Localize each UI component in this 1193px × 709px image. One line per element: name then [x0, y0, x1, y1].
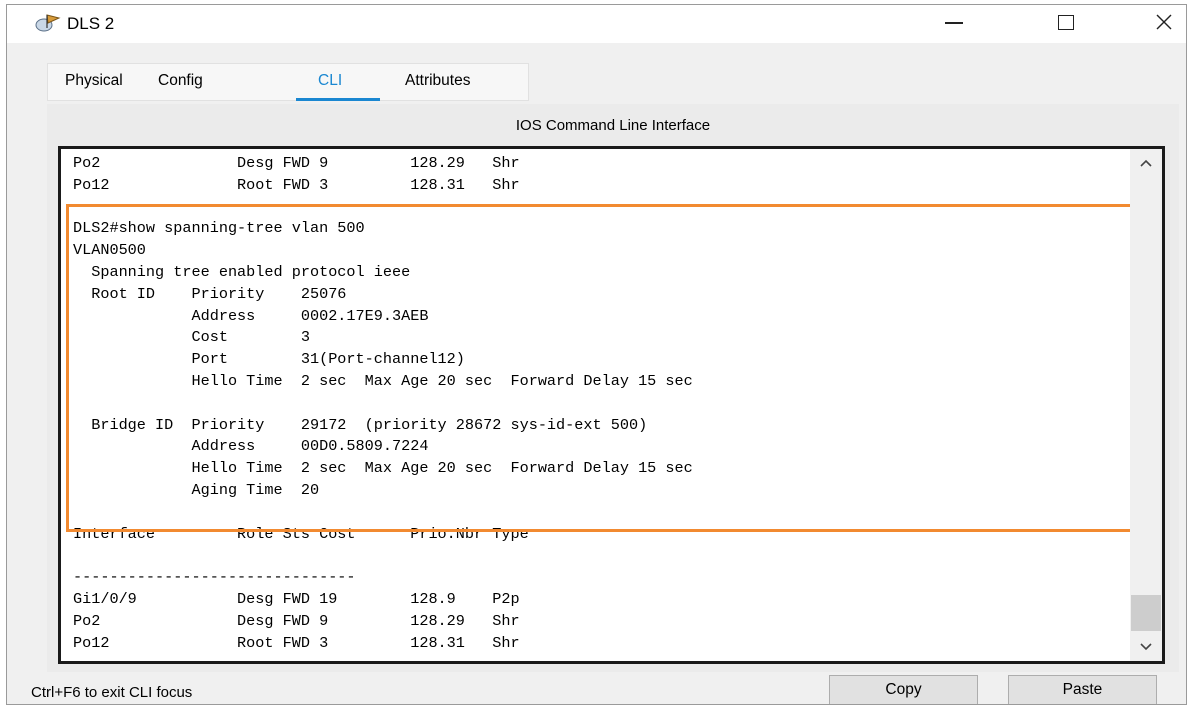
panel-title: IOS Command Line Interface: [515, 117, 711, 134]
cli-panel: IOS Command Line Interface Po2 Desg FWD …: [47, 104, 1179, 672]
paste-button[interactable]: Paste: [1008, 675, 1157, 704]
cli-terminal[interactable]: Po2 Desg FWD 9 128.29 Shr Po12 Root FWD …: [58, 146, 1165, 664]
scroll-up-button[interactable]: [1130, 149, 1162, 177]
scroll-down-button[interactable]: [1130, 633, 1162, 661]
app-window: DLS 2 Physical Config CLI Attributes IOS…: [6, 4, 1187, 705]
chevron-down-icon: [1140, 643, 1152, 651]
minimize-icon: [945, 22, 963, 24]
tab-cli[interactable]: CLI: [318, 72, 342, 90]
minimize-button[interactable]: [925, 5, 983, 39]
close-icon: [1156, 14, 1172, 30]
active-tab-indicator: [296, 98, 380, 101]
tab-config[interactable]: Config: [158, 72, 203, 90]
footer-bar: Ctrl+F6 to exit CLI focus Copy Paste: [7, 672, 1186, 704]
close-button[interactable]: [1135, 5, 1186, 39]
scroll-thumb[interactable]: [1131, 595, 1161, 631]
tab-bar: Physical Config CLI Attributes: [47, 63, 529, 101]
title-bar[interactable]: DLS 2: [7, 5, 1186, 43]
tab-physical[interactable]: Physical: [65, 72, 123, 90]
window-title: DLS 2: [67, 14, 115, 33]
terminal-output[interactable]: Po2 Desg FWD 9 128.29 Shr Po12 Root FWD …: [73, 153, 693, 661]
vertical-scrollbar[interactable]: [1130, 149, 1162, 661]
maximize-icon: [1058, 14, 1074, 30]
cli-focus-hint: Ctrl+F6 to exit CLI focus: [31, 684, 193, 701]
tab-attributes[interactable]: Attributes: [405, 72, 470, 90]
packet-tracer-device-icon: [35, 13, 61, 33]
copy-button[interactable]: Copy: [829, 675, 978, 704]
maximize-button[interactable]: [1037, 5, 1095, 39]
chevron-up-icon: [1140, 159, 1152, 167]
